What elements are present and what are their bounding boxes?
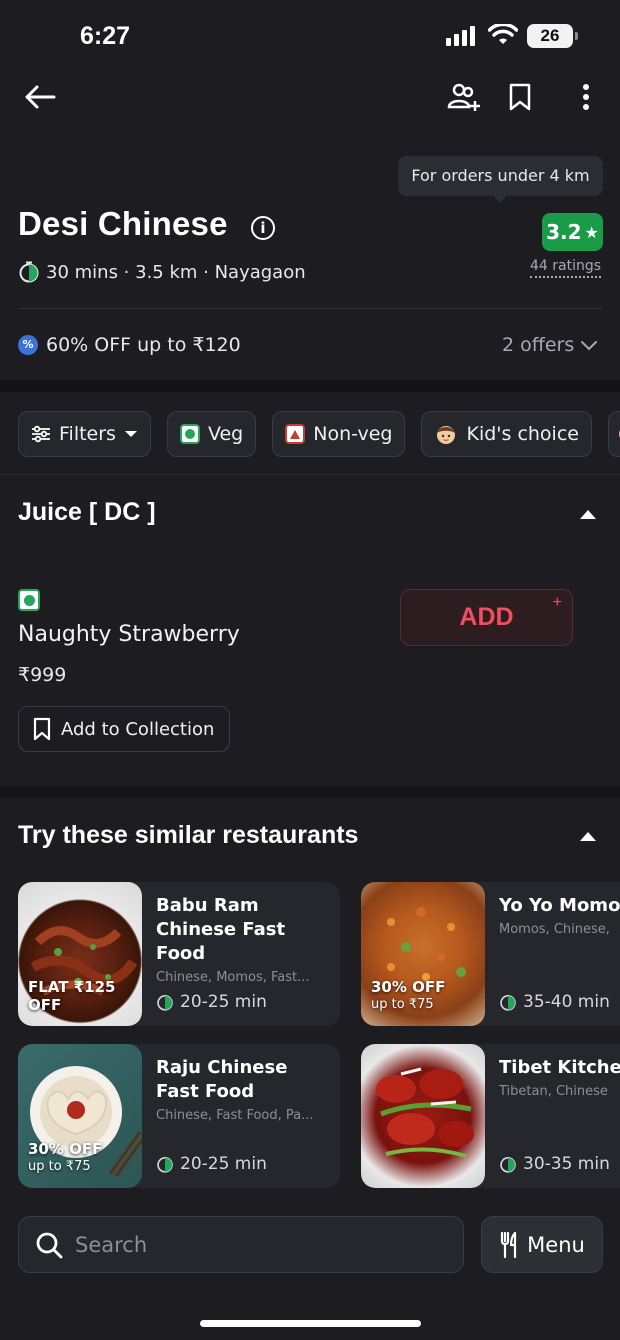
info-icon[interactable]: i — [251, 216, 275, 240]
plus-icon: + — [552, 594, 562, 611]
add-item-button[interactable]: ADD + — [400, 589, 573, 646]
more-filter-chip[interactable] — [607, 411, 620, 457]
card-time: 35-40 min — [499, 992, 610, 1012]
battery-indicator: 26 — [527, 24, 578, 48]
item-price: ₹999 — [18, 664, 67, 686]
chevron-down-icon — [581, 341, 598, 351]
divider — [0, 474, 620, 475]
card-cuisine: Chinese, Fast Food, Pa... — [156, 1108, 314, 1123]
restaurant-meta: 30 mins · 3.5 km · Nayagaon — [18, 261, 306, 283]
card-time: 20-25 min — [156, 1154, 267, 1174]
food-image: 30% OFF up to ₹75 — [18, 1044, 142, 1188]
fork-knife-icon — [501, 1231, 517, 1258]
restaurant-card[interactable]: Tibet Kitchen Tibetan, Chinese 30-35 min — [361, 1044, 620, 1188]
kids-choice-chip[interactable]: Kid's choice — [421, 411, 592, 457]
star-icon: ★ — [584, 222, 599, 242]
restaurant-card[interactable]: FLAT ₹125 OFF Babu Ram Chinese Fast Food… — [18, 882, 340, 1026]
bookmark-icon — [33, 717, 51, 741]
card-offer: FLAT ₹125 OFF — [28, 978, 116, 1014]
veg-label: Veg — [207, 423, 244, 445]
offer-text: 60% OFF up to ₹120 — [46, 334, 241, 356]
card-offer: 30% OFF up to ₹75 — [371, 978, 446, 1012]
kid-face-icon — [437, 426, 456, 444]
card-name: Raju Chinese Fast Food — [156, 1057, 288, 1102]
filter-chips: Filters Veg Non-veg Kid's choice — [18, 411, 620, 457]
filters-label: Filters — [59, 423, 116, 445]
restaurant-name: Desi Chinese — [18, 205, 228, 242]
card-cuisine: Chinese, Momos, Fast... — [156, 970, 310, 985]
collapse-caret-icon[interactable] — [580, 510, 596, 519]
sliders-icon — [32, 425, 50, 443]
item-name: Naughty Strawberry — [18, 622, 240, 647]
nonveg-label: Non-veg — [313, 423, 393, 445]
collection-label: Add to Collection — [61, 718, 215, 740]
timer-icon — [500, 1157, 516, 1173]
search-icon — [36, 1232, 63, 1258]
filters-button[interactable]: Filters — [18, 411, 151, 457]
wifi-icon — [487, 22, 519, 50]
card-cuisine: Tibetan, Chinese — [499, 1084, 608, 1099]
section-separator — [0, 380, 620, 392]
veg-indicator-icon — [18, 589, 40, 611]
menu-section-title: Juice [ DC ] — [18, 498, 156, 526]
non-veg-icon — [285, 424, 306, 444]
similar-section-title: Try these similar restaurants — [18, 821, 359, 849]
meta-text: 30 mins · 3.5 km · Nayagaon — [46, 261, 306, 283]
timer-icon — [157, 1157, 173, 1173]
restaurant-card[interactable]: 30% OFF up to ₹75 Yo Yo Momos Momos, Chin… — [361, 882, 620, 1026]
bookmark-icon[interactable] — [505, 80, 535, 114]
add-label: ADD — [459, 603, 514, 631]
distance-tooltip: For orders under 4 km — [398, 156, 603, 203]
food-image — [361, 1044, 485, 1188]
timer-icon — [157, 995, 173, 1011]
ratings-count[interactable]: 44 ratings — [530, 258, 602, 278]
restaurant-card[interactable]: 30% OFF up to ₹75 Raju Chinese Fast Food … — [18, 1044, 340, 1188]
veg-icon — [179, 424, 200, 444]
card-name: Tibet Kitchen — [499, 1057, 620, 1078]
timer-icon — [500, 995, 516, 1011]
home-indicator — [200, 1320, 421, 1327]
more-options-icon[interactable] — [574, 80, 598, 114]
search-input[interactable]: Search — [18, 1216, 464, 1273]
card-time: 20-25 min — [156, 992, 267, 1012]
veg-filter-chip[interactable]: Veg — [166, 411, 257, 457]
nonveg-filter-chip[interactable]: Non-veg — [272, 411, 406, 457]
back-arrow-icon[interactable] — [22, 80, 58, 114]
caret-down-icon — [124, 431, 137, 437]
discount-badge-icon: % — [18, 335, 38, 355]
search-placeholder: Search — [75, 1232, 148, 1257]
offers-dropdown[interactable]: 2 offers — [502, 334, 598, 356]
divider — [18, 308, 602, 309]
cellular-signal-icon — [446, 26, 476, 46]
card-name: Babu Ram Chinese Fast Food — [156, 895, 286, 964]
status-time: 6:27 — [80, 22, 131, 50]
card-time: 30-35 min — [499, 1154, 610, 1174]
timer-icon — [19, 261, 39, 283]
add-to-collection-button[interactable]: Add to Collection — [18, 706, 230, 752]
menu-label: Menu — [527, 1232, 585, 1257]
menu-button[interactable]: Menu — [481, 1216, 603, 1273]
kids-choice-label: Kid's choice — [466, 423, 579, 445]
rating-badge[interactable]: 3.2 ★ — [542, 213, 603, 251]
add-group-icon[interactable] — [446, 80, 482, 114]
offer-row[interactable]: % 60% OFF up to ₹120 — [18, 334, 241, 356]
food-image: 30% OFF up to ₹75 — [361, 882, 485, 1026]
rating-value: 3.2 — [546, 220, 582, 244]
card-offer: 30% OFF up to ₹75 — [28, 1140, 103, 1174]
section-separator — [0, 786, 620, 798]
collapse-caret-icon[interactable] — [580, 832, 596, 841]
card-cuisine: Momos, Chinese, — [499, 922, 610, 937]
offers-count: 2 offers — [502, 334, 575, 356]
food-image: FLAT ₹125 OFF — [18, 882, 142, 1026]
card-name: Yo Yo Momos — [499, 895, 620, 916]
